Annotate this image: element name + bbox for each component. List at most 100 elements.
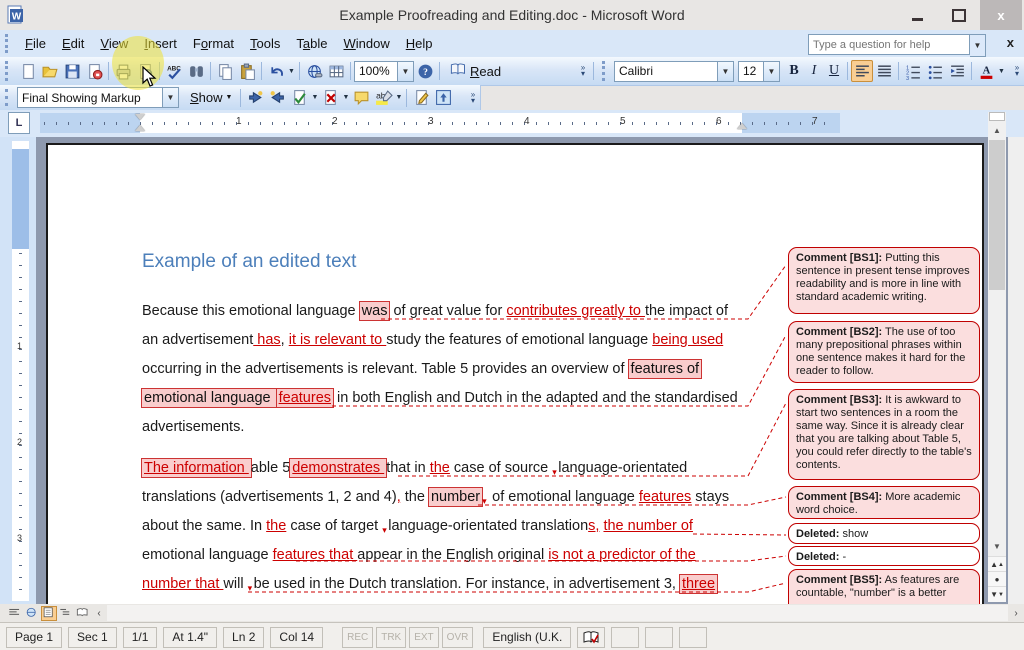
scroll-down-icon[interactable]: ▼ bbox=[988, 538, 1006, 554]
status-panel[interactable]: 1/1 bbox=[123, 627, 158, 648]
left-indent-marker[interactable] bbox=[135, 125, 145, 131]
italic-button[interactable]: I bbox=[804, 60, 824, 82]
bulleted-list-icon[interactable] bbox=[924, 60, 946, 82]
menu-format[interactable]: Format bbox=[185, 33, 242, 54]
menu-help[interactable]: Help bbox=[398, 33, 441, 54]
align-left-icon[interactable] bbox=[851, 60, 873, 82]
reviewing-pane-icon[interactable] bbox=[432, 87, 454, 109]
open-icon[interactable] bbox=[39, 60, 61, 82]
increase-indent-icon[interactable] bbox=[946, 60, 968, 82]
new-document-icon[interactable] bbox=[17, 60, 39, 82]
maximize-button[interactable] bbox=[938, 0, 980, 30]
vertical-scrollbar[interactable]: ▲ ▼ ▲▲ ● ▼▼ bbox=[988, 112, 1006, 602]
display-for-review-combo[interactable]: Final Showing Markup▼ bbox=[17, 87, 179, 108]
right-indent-marker[interactable] bbox=[737, 123, 747, 129]
document-page[interactable]: Example of an edited text Because this e… bbox=[46, 143, 984, 606]
bold-button[interactable]: B bbox=[784, 60, 804, 82]
toolbar-grip[interactable] bbox=[5, 61, 13, 81]
comment-balloon[interactable]: Comment [BS3]: It is awkward to start tw… bbox=[788, 389, 980, 480]
status-panel[interactable]: Col 14 bbox=[270, 627, 323, 648]
menu-window[interactable]: Window bbox=[336, 33, 398, 54]
reject-change-icon[interactable] bbox=[319, 87, 341, 109]
paragraph[interactable]: Because this emotional language was of g… bbox=[142, 297, 738, 442]
previous-page-icon[interactable]: ▲▲ bbox=[988, 556, 1006, 572]
scrollbar-thumb[interactable] bbox=[989, 140, 1005, 290]
menu-view[interactable]: View bbox=[92, 33, 136, 54]
print-preview-icon[interactable] bbox=[134, 60, 156, 82]
scroll-left-icon[interactable]: ‹ bbox=[91, 605, 107, 621]
menu-insert[interactable]: Insert bbox=[136, 33, 185, 54]
accept-change-icon[interactable] bbox=[288, 87, 310, 109]
paragraph[interactable]: The information able 5demonstrates that … bbox=[142, 454, 729, 599]
numbered-list-icon[interactable]: 123 bbox=[902, 60, 924, 82]
document-close-icon[interactable]: x bbox=[1007, 35, 1014, 50]
question-help-dropdown[interactable]: ▼ bbox=[970, 34, 986, 57]
toolbar-grip[interactable] bbox=[602, 61, 610, 81]
status-mode-rec[interactable]: REC bbox=[342, 627, 373, 648]
font-color-icon[interactable]: A bbox=[975, 60, 997, 82]
highlight-icon[interactable]: ab bbox=[372, 87, 394, 109]
menu-file[interactable]: File bbox=[17, 33, 54, 54]
menu-edit[interactable]: Edit bbox=[54, 33, 92, 54]
menu-table[interactable]: Table bbox=[288, 33, 335, 54]
status-mode-ovr[interactable]: OVR bbox=[442, 627, 474, 648]
track-changes-icon[interactable] bbox=[410, 87, 432, 109]
copy-icon[interactable] bbox=[214, 60, 236, 82]
spelling-icon[interactable]: ABC bbox=[163, 60, 185, 82]
proofing-status-icon[interactable] bbox=[577, 627, 605, 648]
hyperlink-icon[interactable] bbox=[303, 60, 325, 82]
font-size-combo[interactable]: 12▼ bbox=[738, 61, 780, 82]
print-icon[interactable] bbox=[112, 60, 134, 82]
align-justify-icon[interactable] bbox=[873, 60, 895, 82]
status-panel[interactable]: Ln 2 bbox=[223, 627, 264, 648]
status-panel[interactable]: Page 1 bbox=[6, 627, 62, 648]
menu-tools[interactable]: Tools bbox=[242, 33, 288, 54]
show-menu-button[interactable]: Show▼ bbox=[185, 87, 237, 109]
comment-balloon[interactable]: Comment [BS1]: Putting this sentence in … bbox=[788, 247, 980, 314]
status-panel[interactable]: Sec 1 bbox=[68, 627, 117, 648]
horizontal-ruler[interactable]: 1234567 bbox=[40, 113, 840, 133]
font-color-dropdown-icon[interactable]: ▼ bbox=[997, 60, 1006, 82]
toolbar-grip[interactable] bbox=[5, 89, 13, 107]
select-browse-object-icon[interactable]: ● bbox=[988, 571, 1006, 587]
language-indicator[interactable]: English (U.K. bbox=[483, 627, 571, 648]
help-icon[interactable]: ? bbox=[414, 60, 436, 82]
toolbar-grip[interactable] bbox=[5, 34, 13, 53]
deleted-balloon[interactable]: Deleted: - bbox=[788, 546, 980, 566]
scroll-up-icon[interactable]: ▲ bbox=[988, 122, 1006, 138]
minimize-button[interactable] bbox=[896, 0, 938, 30]
research-icon[interactable] bbox=[185, 60, 207, 82]
insert-table-icon[interactable] bbox=[325, 60, 347, 82]
save-icon[interactable] bbox=[61, 60, 83, 82]
next-change-icon[interactable] bbox=[266, 87, 288, 109]
toolbar-options-chevron[interactable]: »▾ bbox=[576, 57, 590, 85]
undo-dropdown-icon[interactable]: ▼ bbox=[287, 60, 296, 82]
deleted-balloon[interactable]: Deleted: show bbox=[788, 523, 980, 544]
underline-button[interactable]: U bbox=[824, 60, 844, 82]
view-reading-button[interactable] bbox=[75, 606, 91, 621]
status-mode-ext[interactable]: EXT bbox=[409, 627, 438, 648]
undo-icon[interactable] bbox=[265, 60, 287, 82]
paste-icon[interactable] bbox=[236, 60, 258, 82]
toolbar-options-chevron[interactable]: »▾ bbox=[1010, 57, 1024, 85]
previous-change-icon[interactable] bbox=[244, 87, 266, 109]
permission-icon[interactable] bbox=[83, 60, 105, 82]
horizontal-scrollbar-track[interactable] bbox=[107, 605, 1008, 621]
read-mode-button[interactable]: Read bbox=[443, 60, 506, 82]
view-print-button[interactable] bbox=[41, 606, 57, 621]
next-page-icon[interactable]: ▼▼ bbox=[988, 586, 1006, 602]
font-name-combo[interactable]: Calibri▼ bbox=[614, 61, 734, 82]
accept-change-dropdown-icon[interactable]: ▼ bbox=[310, 87, 319, 109]
vertical-ruler[interactable]: 123 bbox=[12, 141, 29, 601]
toolbar-options-chevron[interactable]: »▾ bbox=[466, 85, 480, 110]
status-panel[interactable]: At 1.4" bbox=[163, 627, 217, 648]
scroll-right-icon[interactable]: › bbox=[1008, 605, 1024, 621]
comment-balloon[interactable]: Comment [BS5]: As features are countable… bbox=[788, 569, 980, 606]
reject-change-dropdown-icon[interactable]: ▼ bbox=[341, 87, 350, 109]
first-line-indent-marker[interactable] bbox=[135, 114, 145, 120]
close-button[interactable]: x bbox=[980, 0, 1022, 30]
new-comment-icon[interactable] bbox=[350, 87, 372, 109]
split-box[interactable] bbox=[989, 112, 1005, 121]
view-web-button[interactable] bbox=[24, 606, 40, 621]
view-outline-button[interactable] bbox=[58, 606, 74, 621]
